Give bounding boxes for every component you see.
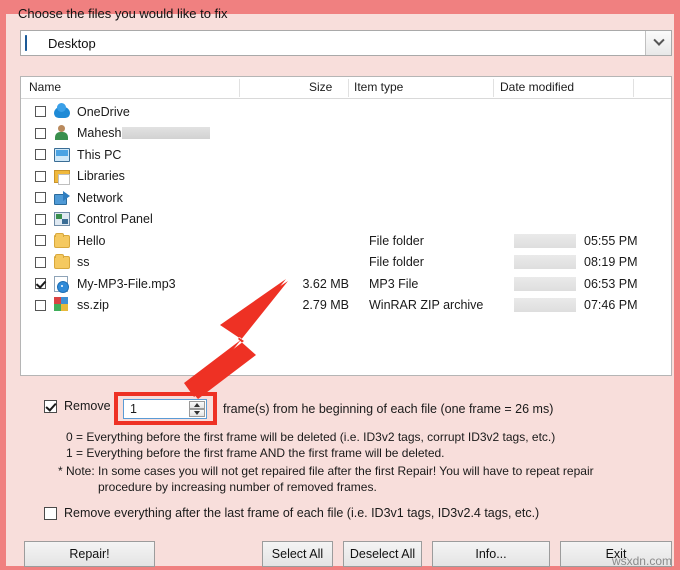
file-checkbox[interactable]: [35, 192, 46, 204]
file-date-modified: 07:46 PM: [514, 298, 638, 313]
libraries-icon: [54, 168, 70, 186]
table-row[interactable]: ss File folder 08:19 PM: [21, 252, 671, 274]
frame-count-value[interactable]: 1: [130, 402, 137, 416]
file-date-modified: 08:19 PM: [514, 255, 638, 270]
desktop-icon: [25, 34, 43, 51]
chevron-down-icon[interactable]: [645, 31, 671, 55]
redaction-bar: [122, 127, 211, 140]
location-value: Desktop: [48, 35, 96, 51]
remove-frames-label-before: Remove: [64, 399, 111, 413]
control-panel-icon: [54, 211, 70, 227]
table-row[interactable]: Hello File folder 05:55 PM: [21, 230, 671, 252]
this-pc-icon: [54, 147, 70, 163]
stepper-buttons[interactable]: [189, 401, 205, 417]
stepper-up-button[interactable]: [189, 401, 205, 409]
file-date-modified: 06:53 PM: [514, 276, 638, 291]
column-divider[interactable]: [348, 79, 349, 97]
file-checkbox[interactable]: [35, 235, 46, 247]
remove-frames-label-after: frame(s) from he beginning of each file …: [223, 402, 554, 416]
file-item-type: File folder: [369, 233, 424, 248]
page-title: Choose the files you would like to fix: [18, 6, 228, 21]
folder-icon: [54, 232, 70, 249]
file-time: 06:53 PM: [584, 276, 638, 291]
remove-after-last-label: Remove everything after the last frame o…: [64, 506, 540, 520]
file-name: OneDrive: [77, 104, 130, 119]
table-row[interactable]: Mahesh: [21, 123, 671, 145]
column-divider[interactable]: [633, 79, 634, 97]
help-line-0: 0 = Everything before the first frame wi…: [66, 430, 556, 444]
table-row[interactable]: ss.zip 2.79 MB WinRAR ZIP archive 07:46 PM: [21, 295, 671, 317]
dialog-body: Choose the files you would like to fix D…: [6, 6, 674, 567]
stepper-down-button[interactable]: [189, 409, 205, 417]
file-name: Control Panel: [77, 212, 153, 227]
file-item-type: WinRAR ZIP archive: [369, 298, 484, 313]
table-row[interactable]: Libraries: [21, 166, 671, 188]
file-name: My-MP3-File.mp3: [77, 276, 176, 291]
file-list-header: Name Size Item type Date modified: [21, 77, 671, 99]
table-row[interactable]: Network: [21, 187, 671, 209]
column-header-size[interactable]: Size: [309, 80, 332, 94]
location-combobox[interactable]: Desktop: [20, 30, 672, 56]
file-name: Hello: [77, 233, 106, 248]
file-checkbox[interactable]: [35, 278, 46, 290]
file-time: 08:19 PM: [584, 255, 638, 270]
help-line-2: * Note: In some cases you will not get r…: [58, 464, 594, 478]
file-name: Libraries: [77, 169, 125, 184]
help-line-1: 1 = Everything before the first frame AN…: [66, 446, 445, 460]
folder-icon: [54, 254, 70, 270]
column-header-name[interactable]: Name: [29, 80, 61, 94]
table-row[interactable]: OneDrive: [21, 101, 671, 123]
file-checkbox[interactable]: [35, 127, 46, 139]
file-list-panel[interactable]: Name Size Item type Date modified OneDri…: [20, 76, 672, 376]
redaction-bar: [514, 298, 576, 313]
mp3-file-icon: [54, 275, 70, 293]
select-all-button[interactable]: Select All: [262, 541, 333, 567]
column-divider[interactable]: [493, 79, 494, 97]
file-rows: OneDrive Mahesh This PC Libraries Network Con…: [21, 99, 671, 316]
column-divider[interactable]: [239, 79, 240, 97]
file-time: 05:55 PM: [584, 233, 638, 248]
file-name: ss: [77, 255, 90, 270]
file-checkbox[interactable]: [35, 149, 46, 161]
table-row[interactable]: Control Panel: [21, 209, 671, 231]
remove-frames-checkbox[interactable]: [44, 399, 57, 413]
onedrive-cloud-icon: [54, 102, 70, 120]
file-name: ss.zip: [77, 298, 109, 313]
file-time: 07:46 PM: [584, 298, 638, 313]
user-icon: [54, 125, 70, 141]
column-header-date-modified[interactable]: Date modified: [500, 80, 574, 94]
red-arrow-icon: [184, 279, 288, 399]
redaction-bar: [514, 233, 576, 248]
file-name: Mahesh: [77, 126, 211, 140]
info-button[interactable]: Info...: [432, 541, 550, 567]
remove-after-last-checkbox[interactable]: [44, 506, 57, 520]
file-name: Network: [77, 190, 123, 205]
file-checkbox[interactable]: [35, 299, 46, 311]
frame-count-stepper[interactable]: 1: [123, 399, 207, 419]
zip-archive-icon: [54, 297, 70, 313]
remove-after-last-option[interactable]: Remove everything after the last frame o…: [44, 506, 539, 520]
file-checkbox[interactable]: [35, 213, 46, 225]
redaction-bar: [514, 255, 576, 270]
file-date-modified: 05:55 PM: [514, 233, 638, 248]
file-item-type: MP3 File: [369, 276, 419, 291]
table-row[interactable]: This PC: [21, 144, 671, 166]
help-line-3: procedure by increasing number of remove…: [98, 480, 377, 494]
table-row[interactable]: My-MP3-File.mp3 3.62 MB MP3 File 06:53 PM: [21, 273, 671, 295]
network-icon: [54, 190, 70, 206]
file-item-type: File folder: [369, 255, 424, 270]
watermark: wsxdn.com: [611, 554, 672, 568]
column-header-item-type[interactable]: Item type: [354, 80, 403, 94]
file-name: This PC: [77, 147, 122, 162]
remove-frames-option[interactable]: Remove: [44, 399, 111, 413]
file-checkbox[interactable]: [35, 256, 46, 268]
repair-button[interactable]: Repair!: [24, 541, 155, 567]
file-checkbox[interactable]: [35, 106, 46, 118]
file-checkbox[interactable]: [35, 170, 46, 182]
deselect-all-button[interactable]: Deselect All: [343, 541, 422, 567]
redaction-bar: [514, 276, 576, 291]
